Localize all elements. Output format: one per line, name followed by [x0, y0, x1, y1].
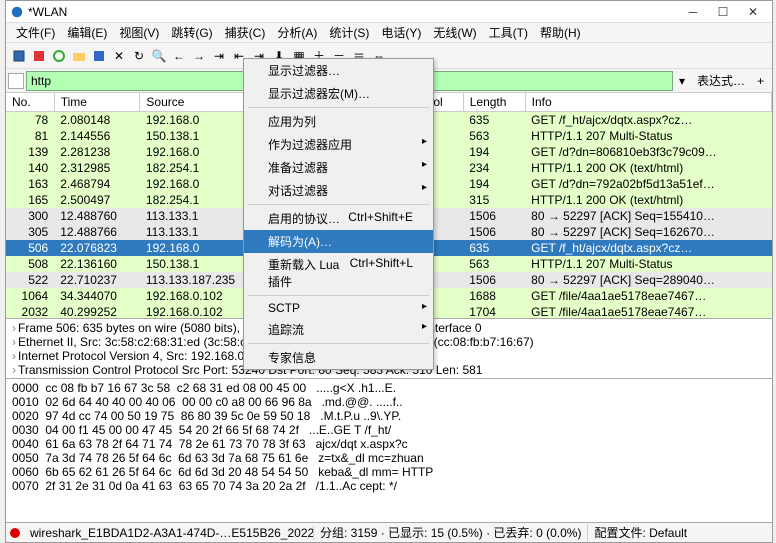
column-header[interactable]: Info: [525, 93, 771, 112]
close-file-icon[interactable]: ✕: [110, 47, 128, 65]
maximize-button[interactable]: ☐: [708, 2, 738, 22]
menu-item[interactable]: 文件(F): [10, 22, 61, 43]
menu-item[interactable]: SCTP: [244, 298, 433, 318]
stop-capture-icon[interactable]: [30, 47, 48, 65]
menu-item[interactable]: 电话(Y): [375, 22, 427, 43]
expression-button[interactable]: 表达式…: [691, 72, 751, 89]
status-packets: 分组: 3159 · 已显示: 15 (0.5%) · 已丢弃: 0 (0.0%…: [314, 524, 588, 541]
filter-dropdown-icon[interactable]: ▾: [673, 74, 691, 88]
menu-item[interactable]: 跳转(G): [165, 22, 218, 43]
prev-icon[interactable]: ←: [170, 47, 188, 65]
menu-item[interactable]: 应用为列: [244, 110, 433, 133]
column-header[interactable]: Length: [463, 93, 525, 112]
menu-item[interactable]: 视图(V): [113, 22, 165, 43]
goto-icon[interactable]: ⇥: [210, 47, 228, 65]
toolbar-icon[interactable]: [10, 47, 28, 65]
open-icon[interactable]: [70, 47, 88, 65]
save-icon[interactable]: [90, 47, 108, 65]
column-header[interactable]: Time: [54, 93, 140, 112]
bookmark-filter-icon[interactable]: [8, 73, 24, 89]
hex-line[interactable]: 0030 04 00 f1 45 00 00 47 45 54 20 2f 66…: [12, 423, 766, 437]
menu-item[interactable]: 工具(T): [483, 22, 534, 43]
minimize-button[interactable]: ─: [678, 2, 708, 22]
menu-item[interactable]: 专家信息: [244, 346, 433, 369]
menu-item[interactable]: 显示过滤器宏(M)…: [244, 82, 433, 105]
menu-item[interactable]: 解码为(A)…: [244, 230, 433, 253]
titlebar: *WLAN ─ ☐ ✕: [6, 1, 772, 23]
menu-item[interactable]: 显示过滤器…: [244, 59, 433, 82]
menu-item[interactable]: 启用的协议…Ctrl+Shift+E: [244, 207, 433, 230]
analyze-menu-dropdown: 显示过滤器…显示过滤器宏(M)… 应用为列作为过滤器应用准备过滤器对话过滤器启用的…: [243, 58, 434, 370]
menu-item[interactable]: 追踪流: [244, 318, 433, 341]
hex-line[interactable]: 0020 97 4d cc 74 00 50 19 75 86 80 39 5c…: [12, 409, 766, 423]
restart-capture-icon[interactable]: [50, 47, 68, 65]
hex-line[interactable]: 0050 7a 3d 74 78 26 5f 64 6c 6d 63 3d 7a…: [12, 451, 766, 465]
hex-line[interactable]: 0070 2f 31 2e 31 0d 0a 41 63 63 65 70 74…: [12, 479, 766, 493]
hex-line[interactable]: 0010 02 6d 64 40 40 00 40 06 00 00 c0 a8…: [12, 395, 766, 409]
app-icon: [10, 5, 24, 19]
column-header[interactable]: No.: [6, 93, 54, 112]
packet-bytes[interactable]: 0000 cc 08 fb b7 16 67 3c 58 c2 68 31 ed…: [6, 378, 772, 522]
menu-item[interactable]: 分析(A): [271, 22, 323, 43]
filter-add-icon[interactable]: +: [751, 74, 770, 88]
status-file: wireshark_E1BDA1D2-A3A1-474D-…E515B26_20…: [24, 526, 314, 540]
next-icon[interactable]: →: [190, 47, 208, 65]
hex-line[interactable]: 0000 cc 08 fb b7 16 67 3c 58 c2 68 31 ed…: [12, 381, 766, 395]
reload-icon[interactable]: ↻: [130, 47, 148, 65]
menu-item[interactable]: 编辑(E): [61, 22, 113, 43]
menu-item[interactable]: 帮助(H): [534, 22, 587, 43]
hex-line[interactable]: 0040 61 6a 63 78 2f 64 71 74 78 2e 61 73…: [12, 437, 766, 451]
statusbar: wireshark_E1BDA1D2-A3A1-474D-…E515B26_20…: [6, 522, 772, 542]
menu-item[interactable]: 准备过滤器: [244, 156, 433, 179]
menu-item[interactable]: 统计(S): [323, 22, 375, 43]
menu-item[interactable]: 对话过滤器: [244, 179, 433, 202]
expert-info-icon[interactable]: [10, 528, 20, 538]
menu-item[interactable]: 捕获(C): [219, 22, 272, 43]
close-button[interactable]: ✕: [738, 2, 768, 22]
status-profile: 配置文件: Default: [588, 524, 693, 541]
window-title: *WLAN: [28, 5, 678, 19]
find-icon[interactable]: 🔍: [150, 47, 168, 65]
menu-item[interactable]: 重新载入 Lua 插件Ctrl+Shift+L: [244, 253, 433, 293]
menu-item[interactable]: 无线(W): [427, 22, 482, 43]
menu-item[interactable]: 作为过滤器应用: [244, 133, 433, 156]
hex-line[interactable]: 0060 6b 65 62 61 26 5f 64 6c 6d 6d 3d 20…: [12, 465, 766, 479]
menubar: 文件(F)编辑(E)视图(V)跳转(G)捕获(C)分析(A)统计(S)电话(Y)…: [6, 23, 772, 43]
